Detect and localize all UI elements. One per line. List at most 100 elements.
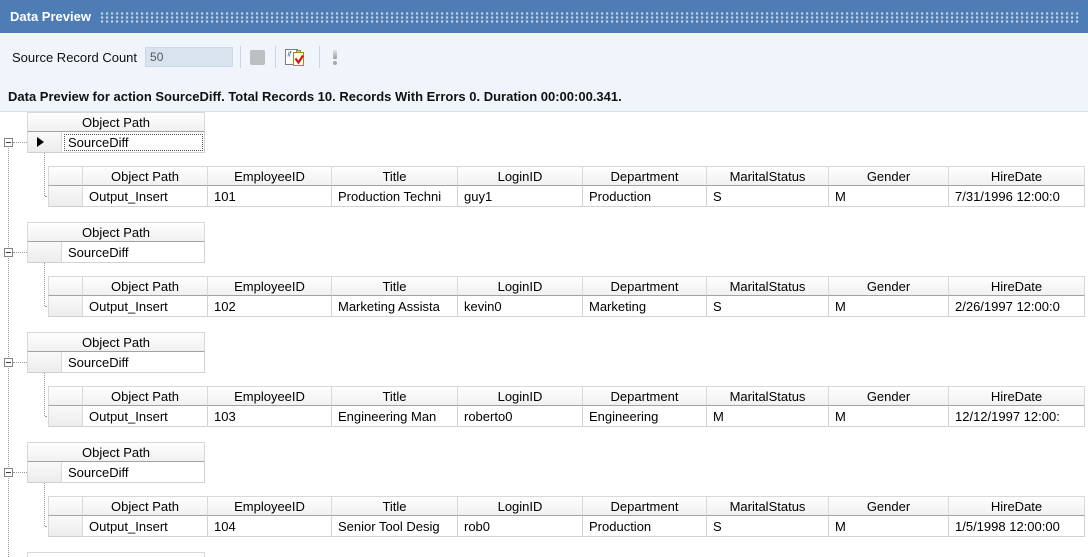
column-header[interactable]: Department xyxy=(583,166,707,186)
outer-column-header[interactable]: Object Path xyxy=(27,112,205,132)
cell[interactable]: M xyxy=(707,406,829,427)
cell[interactable]: Engineering Man xyxy=(332,406,458,427)
column-header[interactable]: Object Path xyxy=(83,166,208,186)
cell[interactable]: 104 xyxy=(208,516,332,537)
outer-column-header[interactable]: Object Path xyxy=(27,332,205,352)
column-header[interactable]: MaritalStatus xyxy=(707,496,829,516)
cell[interactable]: rob0 xyxy=(458,516,583,537)
cell[interactable]: 2/26/1997 12:00:0 xyxy=(949,296,1085,317)
column-header[interactable]: Object Path xyxy=(83,386,208,406)
detail-data-row: Output_Insert 104 Senior Tool Desig rob0… xyxy=(48,516,1085,537)
cell[interactable]: M xyxy=(829,406,949,427)
column-header[interactable]: Department xyxy=(583,386,707,406)
validate-results-icon[interactable]: if xyxy=(284,47,307,68)
row-selector[interactable] xyxy=(27,242,62,263)
tree-connector xyxy=(13,362,27,363)
column-header[interactable]: EmployeeID xyxy=(208,166,332,186)
outer-column-header[interactable]: Object Path xyxy=(27,442,205,462)
cell[interactable]: Output_Insert xyxy=(83,406,208,427)
cell[interactable]: M xyxy=(829,186,949,207)
cell[interactable]: 102 xyxy=(208,296,332,317)
column-header[interactable]: EmployeeID xyxy=(208,386,332,406)
column-header[interactable]: Gender xyxy=(829,386,949,406)
detail-data-row: Output_Insert 102 Marketing Assista kevi… xyxy=(48,296,1085,317)
column-header[interactable]: Object Path xyxy=(83,496,208,516)
corner-header[interactable] xyxy=(48,276,83,296)
cell[interactable]: Output_Insert xyxy=(83,516,208,537)
cell[interactable]: kevin0 xyxy=(458,296,583,317)
detail-data-row: Output_Insert 101 Production Techni guy1… xyxy=(48,186,1085,207)
column-header[interactable]: Title xyxy=(332,496,458,516)
cell[interactable]: Senior Tool Desig xyxy=(332,516,458,537)
cell[interactable]: Marketing xyxy=(583,296,707,317)
column-header[interactable]: LoginID xyxy=(458,166,583,186)
group-name-cell[interactable]: SourceDiff xyxy=(62,352,205,373)
column-header[interactable]: EmployeeID xyxy=(208,496,332,516)
column-header[interactable]: Object Path xyxy=(83,276,208,296)
column-header[interactable]: LoginID xyxy=(458,276,583,296)
cell[interactable]: Production xyxy=(583,186,707,207)
cell[interactable]: Output_Insert xyxy=(83,296,208,317)
cell[interactable]: Engineering xyxy=(583,406,707,427)
column-header[interactable]: Gender xyxy=(829,496,949,516)
row-selector[interactable] xyxy=(27,352,62,373)
column-header[interactable]: HireDate xyxy=(949,166,1085,186)
column-header[interactable]: MaritalStatus xyxy=(707,386,829,406)
row-selector[interactable] xyxy=(27,132,62,153)
column-header[interactable]: LoginID xyxy=(458,496,583,516)
outer-column-header[interactable]: Object Path xyxy=(27,552,205,557)
column-header[interactable]: MaritalStatus xyxy=(707,276,829,296)
row-header[interactable] xyxy=(48,186,83,207)
corner-header[interactable] xyxy=(48,386,83,406)
cell[interactable]: Production xyxy=(583,516,707,537)
row-selector[interactable] xyxy=(27,462,62,483)
cell[interactable]: M xyxy=(829,516,949,537)
column-header[interactable]: HireDate xyxy=(949,496,1085,516)
cell[interactable]: 1/5/1998 12:00:00 xyxy=(949,516,1085,537)
stop-square-icon[interactable] xyxy=(250,50,265,65)
column-header[interactable]: Gender xyxy=(829,276,949,296)
collapse-minus-icon[interactable] xyxy=(4,138,13,147)
cell[interactable]: S xyxy=(707,186,829,207)
detail-data-row: Output_Insert 103 Engineering Man robert… xyxy=(48,406,1085,427)
column-header[interactable]: Title xyxy=(332,386,458,406)
cell[interactable]: 12/12/1997 12:00: xyxy=(949,406,1085,427)
record-count-input[interactable] xyxy=(145,47,233,67)
row-header[interactable] xyxy=(48,406,83,427)
cell[interactable]: S xyxy=(707,296,829,317)
group-name-cell[interactable]: SourceDiff xyxy=(62,132,205,153)
collapse-minus-icon[interactable] xyxy=(4,248,13,257)
column-header[interactable]: HireDate xyxy=(949,276,1085,296)
collapse-minus-icon[interactable] xyxy=(4,358,13,367)
dock-grip-texture[interactable] xyxy=(101,12,1080,23)
cell[interactable]: roberto0 xyxy=(458,406,583,427)
corner-header[interactable] xyxy=(48,496,83,516)
column-header[interactable]: EmployeeID xyxy=(208,276,332,296)
outer-column-header[interactable]: Object Path xyxy=(27,222,205,242)
column-header[interactable]: MaritalStatus xyxy=(707,166,829,186)
cell[interactable]: Production Techni xyxy=(332,186,458,207)
column-header[interactable]: Gender xyxy=(829,166,949,186)
cell[interactable]: guy1 xyxy=(458,186,583,207)
cell[interactable]: 7/31/1996 12:00:0 xyxy=(949,186,1085,207)
column-header[interactable]: Department xyxy=(583,276,707,296)
corner-header[interactable] xyxy=(48,166,83,186)
column-header[interactable]: Title xyxy=(332,276,458,296)
row-header[interactable] xyxy=(48,516,83,537)
cell[interactable]: 103 xyxy=(208,406,332,427)
cell[interactable]: Marketing Assista xyxy=(332,296,458,317)
cell[interactable]: Output_Insert xyxy=(83,186,208,207)
column-header[interactable]: LoginID xyxy=(458,386,583,406)
collapse-minus-icon[interactable] xyxy=(4,468,13,477)
column-header[interactable]: Department xyxy=(583,496,707,516)
detail-header-row: Object Path EmployeeID Title LoginID Dep… xyxy=(48,496,1085,516)
cell[interactable]: 101 xyxy=(208,186,332,207)
cell[interactable]: M xyxy=(829,296,949,317)
group-name-cell[interactable]: SourceDiff xyxy=(62,462,205,483)
group-name-cell[interactable]: SourceDiff xyxy=(62,242,205,263)
row-header[interactable] xyxy=(48,296,83,317)
cell[interactable]: S xyxy=(707,516,829,537)
errors-icon[interactable] xyxy=(330,49,340,66)
column-header[interactable]: HireDate xyxy=(949,386,1085,406)
column-header[interactable]: Title xyxy=(332,166,458,186)
